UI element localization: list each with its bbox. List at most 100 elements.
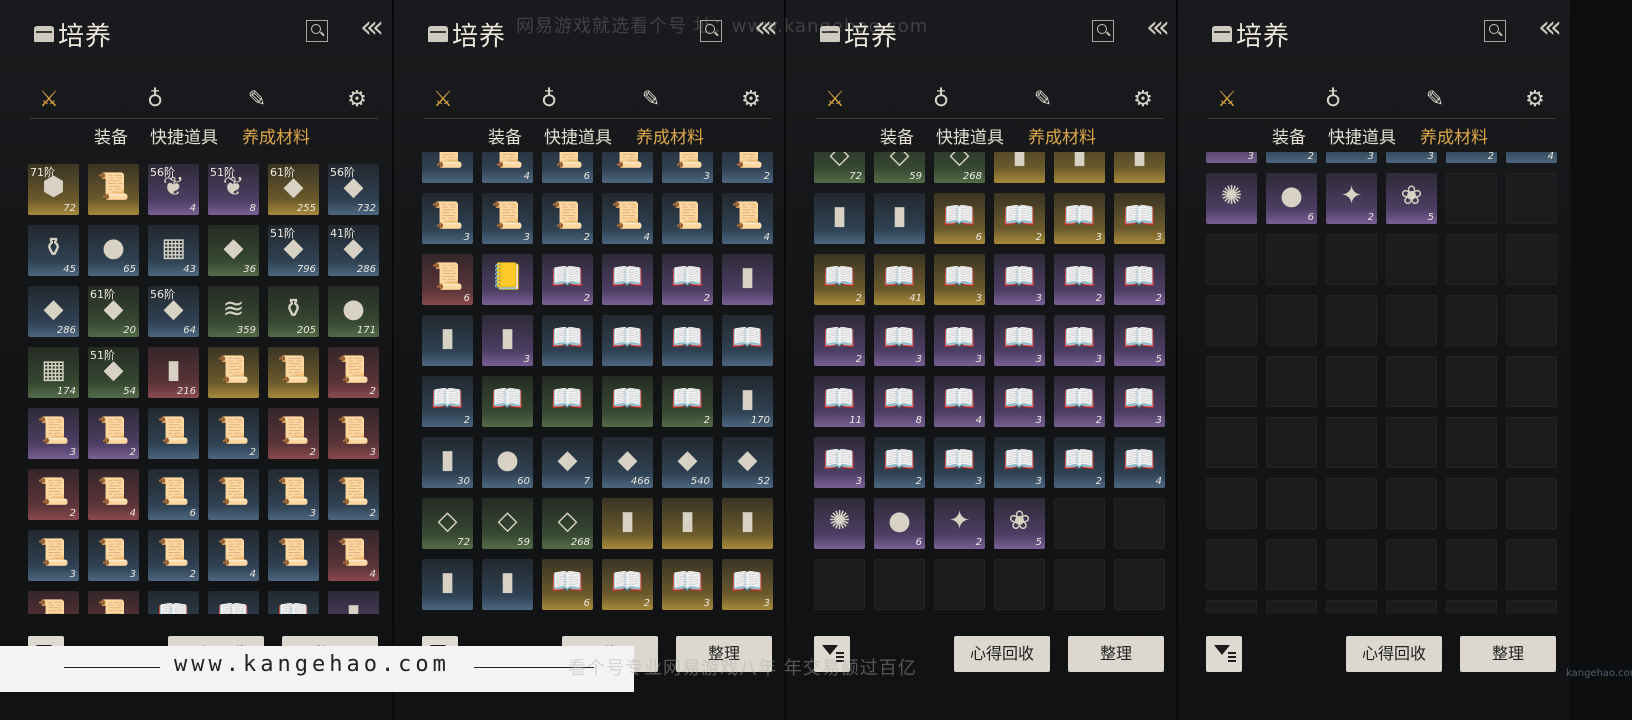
- back-arrow-icon[interactable]: ‹‹‹: [1538, 10, 1562, 45]
- search-icon[interactable]: [306, 20, 328, 42]
- item-slot[interactable]: 📖3: [934, 437, 985, 488]
- tab-equipment[interactable]: 装备: [880, 124, 914, 152]
- back-arrow-icon[interactable]: ‹‹‹: [1146, 10, 1170, 45]
- item-slot[interactable]: ▮ 30: [422, 437, 473, 488]
- filter-icon[interactable]: [1206, 636, 1242, 672]
- item-slot[interactable]: 📜 4: [482, 152, 533, 183]
- item-slot[interactable]: 📜 6: [542, 152, 593, 183]
- item-slot[interactable]: 📜: [268, 347, 319, 398]
- tab-materials[interactable]: 养成材料: [1420, 124, 1488, 152]
- item-slot[interactable]: 📖3: [934, 254, 985, 305]
- sword-icon[interactable]: ⚔: [426, 84, 460, 116]
- pouch-icon[interactable]: ♁: [138, 84, 172, 116]
- tab-materials[interactable]: 养成材料: [1028, 124, 1096, 152]
- search-icon[interactable]: [1484, 20, 1506, 42]
- scroll-icon[interactable]: ✎: [240, 84, 274, 116]
- item-slot[interactable]: 📖2: [874, 437, 925, 488]
- item-slot[interactable]: ▮: [328, 591, 379, 614]
- item-slot[interactable]: ⬢ 71阶 72: [28, 164, 79, 215]
- coin-icon[interactable]: ⚙: [734, 84, 768, 116]
- item-slot[interactable]: ● 65: [88, 225, 139, 276]
- item-slot[interactable]: 📖 41: [874, 254, 925, 305]
- item-slot[interactable]: ◆ 51阶 54: [88, 347, 139, 398]
- item-slot[interactable]: 📜 4: [722, 193, 773, 244]
- item-slot[interactable]: ✦ 2: [1326, 173, 1377, 224]
- item-slot[interactable]: 📖2: [814, 315, 865, 366]
- item-slot[interactable]: ▮: [874, 193, 925, 244]
- item-slot[interactable]: 📖 6: [542, 559, 593, 610]
- item-slot[interactable]: ⚱ 45: [28, 225, 79, 276]
- item-slot[interactable]: 📖2: [662, 254, 713, 305]
- item-slot[interactable]: 📜 3: [328, 408, 379, 459]
- item-slot[interactable]: 📖3: [994, 437, 1045, 488]
- item-slot[interactable]: 📖3: [934, 315, 985, 366]
- item-slot[interactable]: ▮: [482, 559, 533, 610]
- item-slot[interactable]: ▦ 174: [28, 347, 79, 398]
- item-slot[interactable]: 📖3: [1326, 152, 1377, 163]
- pouch-icon[interactable]: ♁: [924, 84, 958, 116]
- item-slot[interactable]: ⚱ 205: [268, 286, 319, 337]
- item-slot[interactable]: 📖3: [722, 559, 773, 610]
- scroll-icon[interactable]: ✎: [1026, 84, 1060, 116]
- item-slot[interactable]: 📖2: [1054, 376, 1105, 427]
- item-slot[interactable]: 📖2: [542, 254, 593, 305]
- item-slot[interactable]: ◆ 56阶 732: [328, 164, 379, 215]
- item-slot[interactable]: 📖2: [814, 254, 865, 305]
- item-slot[interactable]: ▮: [1114, 152, 1165, 183]
- item-slot[interactable]: 📖: [662, 315, 713, 366]
- item-slot[interactable]: 📖2: [1114, 254, 1165, 305]
- item-slot[interactable]: 📖 11: [814, 376, 865, 427]
- item-slot[interactable]: ◆ 61阶 255: [268, 164, 319, 215]
- item-slot[interactable]: 📜 2: [542, 193, 593, 244]
- item-slot[interactable]: 📖4: [1114, 437, 1165, 488]
- item-slot[interactable]: 📜: [208, 469, 259, 520]
- item-slot[interactable]: 📜 6: [422, 254, 473, 305]
- item-slot[interactable]: 📖 5: [1114, 315, 1165, 366]
- item-slot[interactable]: ◆ 41阶 286: [328, 225, 379, 276]
- item-slot[interactable]: 📖2: [602, 559, 653, 610]
- item-slot[interactable]: ▮: [422, 315, 473, 366]
- item-slot[interactable]: ◇ 72: [422, 498, 473, 549]
- back-arrow-icon[interactable]: ‹‹‹: [360, 10, 384, 45]
- item-slot[interactable]: ◆ 466: [602, 437, 653, 488]
- item-slot[interactable]: 📜: [148, 408, 199, 459]
- item-slot[interactable]: ◆ 36: [208, 225, 259, 276]
- item-slot[interactable]: ▮: [602, 498, 653, 549]
- item-slot[interactable]: 📜 3: [422, 193, 473, 244]
- item-slot[interactable]: 📖3: [994, 315, 1045, 366]
- item-slot[interactable]: 📖3: [662, 559, 713, 610]
- item-slot[interactable]: ◆ 7: [542, 437, 593, 488]
- item-slot[interactable]: 📜: [208, 347, 259, 398]
- item-slot[interactable]: 📖: [542, 376, 593, 427]
- item-slot[interactable]: ✦ 2: [934, 498, 985, 549]
- item-slot[interactable]: ● 6: [874, 498, 925, 549]
- item-slot[interactable]: ❀ 5: [1386, 173, 1437, 224]
- item-slot[interactable]: 📜 4: [208, 530, 259, 581]
- item-slot[interactable]: 📖3: [1386, 152, 1437, 163]
- item-slot[interactable]: ◇ 59: [874, 152, 925, 183]
- item-slot[interactable]: 📖3: [1114, 376, 1165, 427]
- item-slot[interactable]: 📖: [482, 376, 533, 427]
- tab-quick-items[interactable]: 快捷道具: [1328, 124, 1396, 152]
- item-slot[interactable]: ◇ 268: [934, 152, 985, 183]
- item-slot[interactable]: 📜 4: [602, 193, 653, 244]
- item-slot[interactable]: ◇ 268: [542, 498, 593, 549]
- item-slot[interactable]: 📖: [208, 591, 259, 614]
- item-slot[interactable]: 📜 2: [88, 408, 139, 459]
- sort-button[interactable]: 整理: [1068, 636, 1164, 672]
- item-slot[interactable]: 📜 2: [722, 152, 773, 183]
- sword-icon[interactable]: ⚔: [818, 84, 852, 116]
- coin-icon[interactable]: ⚙: [1126, 84, 1160, 116]
- item-slot[interactable]: 📖2: [994, 193, 1045, 244]
- item-slot[interactable]: 📖3: [814, 437, 865, 488]
- item-slot[interactable]: 📒: [482, 254, 533, 305]
- item-slot[interactable]: 📖3: [1054, 315, 1105, 366]
- item-slot[interactable]: 📜 6: [148, 469, 199, 520]
- tab-quick-items[interactable]: 快捷道具: [150, 124, 218, 152]
- item-slot[interactable]: 📜: [28, 591, 79, 614]
- item-slot[interactable]: 📖: [722, 315, 773, 366]
- item-slot[interactable]: 📜: [88, 164, 139, 215]
- item-slot[interactable]: 📜 2: [268, 408, 319, 459]
- item-slot[interactable]: ▮ 3: [482, 315, 533, 366]
- recycle-button[interactable]: 心得回收: [954, 636, 1050, 672]
